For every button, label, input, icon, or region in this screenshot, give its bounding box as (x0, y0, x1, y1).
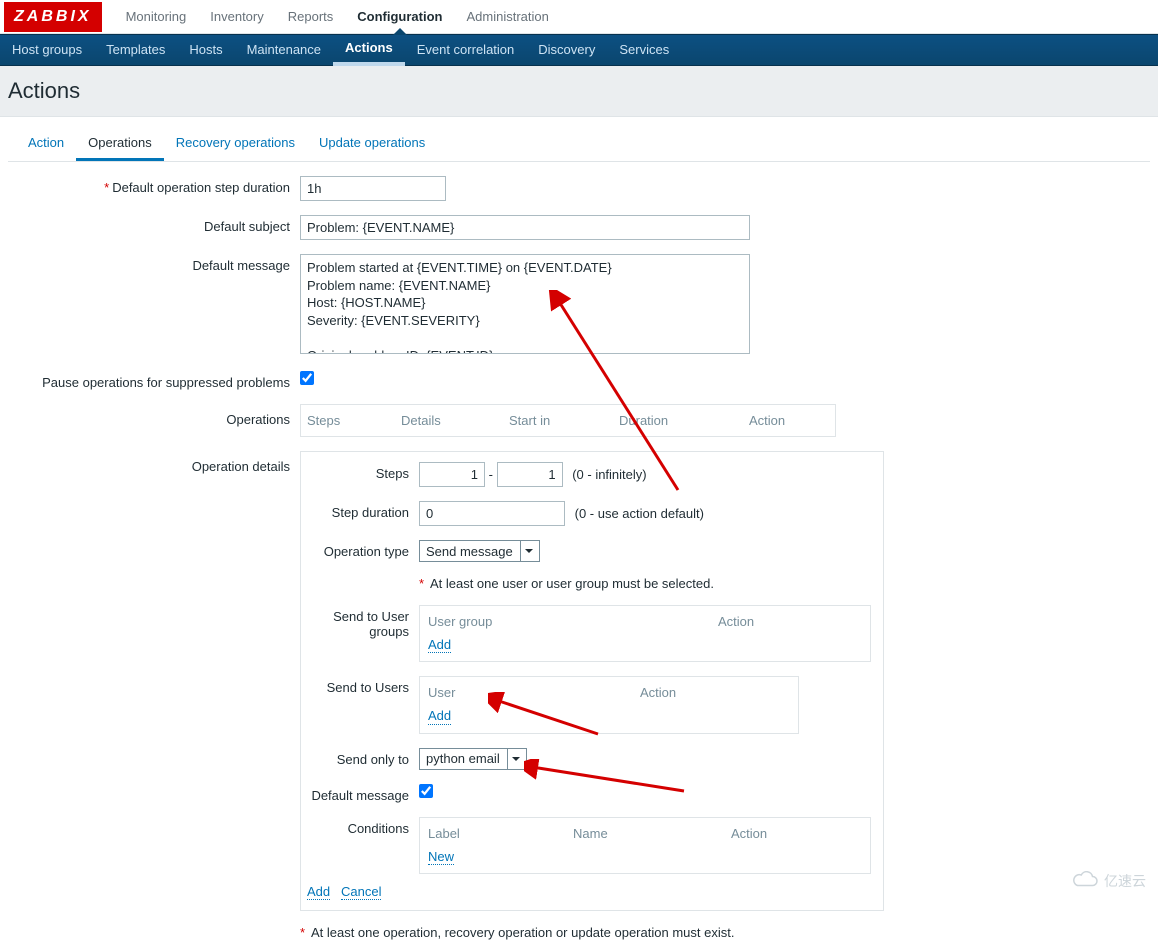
ops-col-startin: Start in (509, 413, 619, 428)
col-user-action: Action (640, 685, 676, 700)
subnav-hosts[interactable]: Hosts (177, 34, 234, 66)
input-default-subject[interactable] (300, 215, 750, 240)
col-user-group-action: Action (718, 614, 754, 629)
ops-col-duration: Duration (619, 413, 749, 428)
subnav-event-correlation[interactable]: Event correlation (405, 34, 527, 66)
operation-details-box: Steps - (0 - infinitely) Step duration (300, 451, 884, 911)
input-inner-step-duration[interactable] (419, 501, 565, 526)
ops-col-details: Details (401, 413, 509, 428)
label-step-duration: Default operation step duration (112, 180, 290, 195)
conditions-table: Label Name Action New (419, 817, 871, 874)
user-selection-warning: At least one user or user group must be … (430, 576, 714, 591)
nav-inventory[interactable]: Inventory (198, 0, 275, 34)
cancel-operation-link[interactable]: Cancel (341, 885, 381, 900)
checkbox-pause-suppressed[interactable] (300, 371, 314, 385)
tab-operations[interactable]: Operations (76, 127, 164, 161)
chevron-down-icon (520, 541, 538, 561)
nav-reports[interactable]: Reports (276, 0, 346, 34)
label-inner-step-duration: Step duration (332, 505, 409, 520)
input-step-duration[interactable] (300, 176, 446, 201)
col-user: User (428, 685, 640, 700)
chevron-down-icon (507, 749, 525, 769)
textarea-default-message[interactable] (300, 254, 750, 354)
logo: ZABBIX (4, 2, 102, 32)
label-operations: Operations (226, 412, 290, 427)
tab-action[interactable]: Action (16, 127, 76, 161)
nav-monitoring[interactable]: Monitoring (114, 0, 199, 34)
config-sub-nav: Host groups Templates Hosts Maintenance … (0, 34, 1158, 66)
cloud-icon (1070, 871, 1100, 891)
main-nav: ZABBIX Monitoring Inventory Reports Conf… (0, 0, 1158, 34)
col-cond-label: Label (428, 826, 573, 841)
user-groups-table: User group Action Add (419, 605, 871, 662)
ops-col-action: Action (749, 413, 829, 428)
tab-update-operations[interactable]: Update operations (307, 127, 437, 161)
select-operation-type[interactable]: Send message (419, 540, 540, 562)
steps-hint: (0 - infinitely) (572, 467, 646, 482)
label-operation-details: Operation details (192, 459, 290, 474)
watermark: 亿速云 (1070, 871, 1146, 891)
col-cond-action: Action (731, 826, 767, 841)
label-operation-type: Operation type (324, 544, 409, 559)
col-user-group: User group (428, 614, 718, 629)
select-operation-type-value: Send message (420, 544, 519, 559)
select-send-only-to[interactable]: python email (419, 748, 527, 770)
add-operation-link[interactable]: Add (307, 885, 330, 900)
checkbox-default-message[interactable] (419, 784, 433, 798)
new-condition-link[interactable]: New (428, 850, 454, 865)
page-title-row: Actions (0, 66, 1158, 117)
footer-note: At least one operation, recovery operati… (311, 925, 734, 940)
add-user-group-link[interactable]: Add (428, 638, 451, 653)
operations-table: Steps Details Start in Duration Action (300, 404, 836, 437)
input-step-to[interactable] (497, 462, 563, 487)
subnav-discovery[interactable]: Discovery (526, 34, 607, 66)
col-cond-name: Name (573, 826, 731, 841)
nav-configuration[interactable]: Configuration (345, 0, 454, 34)
inner-step-duration-hint: (0 - use action default) (575, 506, 704, 521)
label-send-user-groups: Send to User groups (333, 609, 409, 639)
subnav-host-groups[interactable]: Host groups (0, 34, 94, 66)
subnav-services[interactable]: Services (607, 34, 681, 66)
page-title: Actions (8, 78, 80, 103)
subnav-templates[interactable]: Templates (94, 34, 177, 66)
subnav-actions[interactable]: Actions (333, 34, 405, 66)
label-default-message: Default message (192, 258, 290, 273)
users-table: User Action Add (419, 676, 799, 733)
steps-dash: - (489, 467, 497, 482)
add-user-link[interactable]: Add (428, 709, 451, 724)
label-steps: Steps (376, 466, 409, 481)
label-conditions: Conditions (348, 821, 409, 836)
form-tabs: Action Operations Recovery operations Up… (8, 127, 1150, 162)
label-send-only-to: Send only to (337, 752, 409, 767)
tab-recovery-operations[interactable]: Recovery operations (164, 127, 307, 161)
nav-administration[interactable]: Administration (455, 0, 561, 34)
ops-col-steps: Steps (307, 413, 401, 428)
input-step-from[interactable] (419, 462, 485, 487)
label-default-subject: Default subject (204, 219, 290, 234)
label-default-message-chk: Default message (311, 788, 409, 803)
subnav-maintenance[interactable]: Maintenance (235, 34, 333, 66)
label-send-users: Send to Users (327, 680, 409, 695)
label-pause-suppressed: Pause operations for suppressed problems (42, 375, 290, 390)
select-send-only-to-value: python email (420, 751, 506, 766)
